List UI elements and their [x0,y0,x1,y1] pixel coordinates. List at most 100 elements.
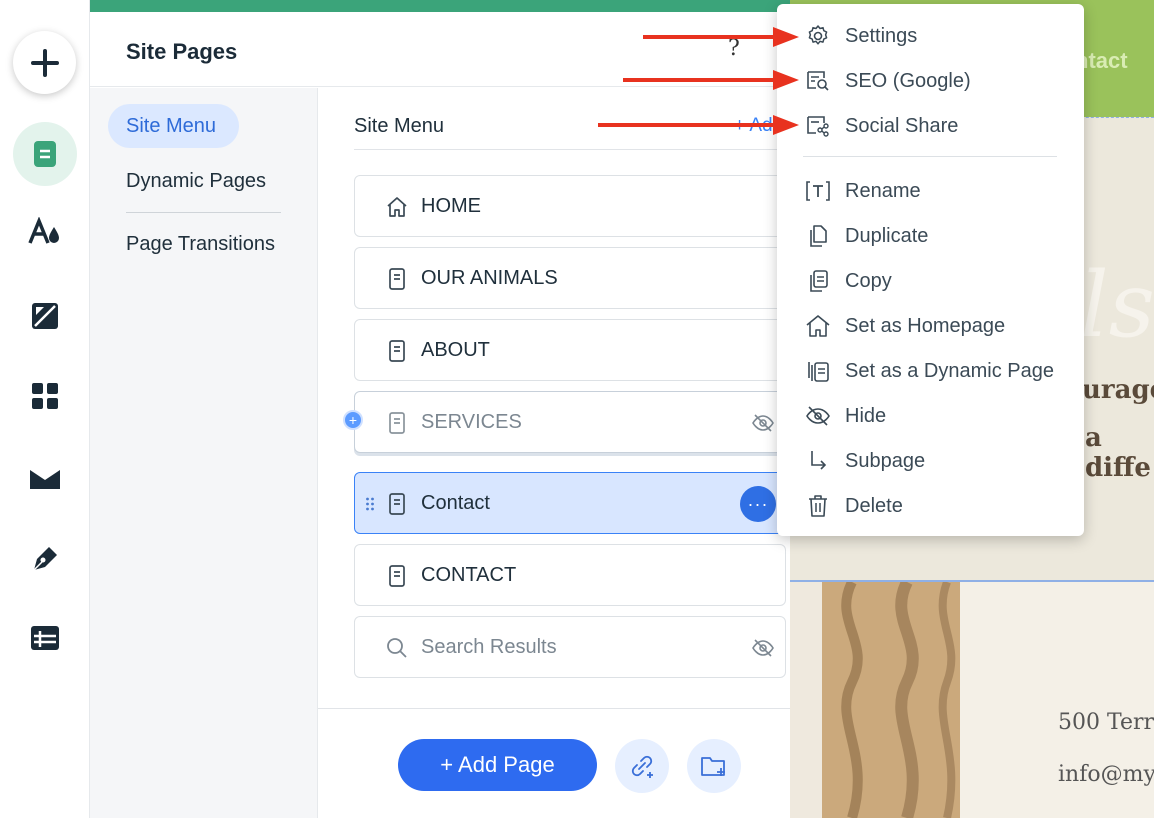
background-button[interactable] [13,284,77,348]
menu-item-settings[interactable]: Settings [777,16,1084,56]
page-row-label: CONTACT [421,564,517,586]
preview-address: 500 Terry [1058,710,1154,735]
design-button[interactable] [13,200,77,264]
nav-item-label: Site Menu [126,115,217,137]
add-page-button[interactable]: + Add Page [398,739,597,791]
left-toolbar [0,0,90,818]
home-icon [387,197,407,217]
page-row-label: ABOUT [421,339,490,361]
menu-item-label: Set as a Dynamic Page [845,360,1054,382]
menu-item-set-homepage[interactable]: Set as Homepage [777,306,1084,346]
menu-item-set-dynamic-page[interactable]: Set as a Dynamic Page [777,351,1084,391]
page-row-label: OUR ANIMALS [421,267,558,289]
envelope-icon [30,470,60,489]
menu-separator [803,156,1057,157]
preview-script-text: ls [1080,253,1154,358]
rename-icon [806,181,830,201]
pages-menu-button[interactable] [13,122,77,186]
menu-item-label: Rename [845,180,921,202]
panel-title: Site Pages [126,39,238,64]
page-icon [389,565,405,587]
blog-button[interactable] [13,526,77,590]
plus-icon [30,48,59,77]
page-row-label: HOME [421,195,481,217]
add-folder-button[interactable] [687,739,741,793]
menu-item-label: Duplicate [845,225,929,247]
menu-item-label: Settings [845,25,918,47]
more-actions-button[interactable]: ··· [740,486,776,522]
menu-item-hide[interactable]: Hide [777,396,1084,436]
page-row-home[interactable]: HOME [354,175,786,237]
subpage-icon [811,451,827,470]
hidden-eye-icon [752,639,774,657]
list-divider [354,149,786,150]
menu-item-label: Delete [845,495,903,517]
folder-add-icon [701,757,725,776]
preview-heading-line1: urage [1082,375,1154,405]
page-context-menu: Settings SEO (Google) Social Share Renam… [777,4,1084,536]
table-icon [31,626,59,650]
insert-page-dot[interactable]: + [343,410,363,430]
page-row-search-results[interactable]: Search Results [354,616,786,678]
page-row-our-animals[interactable]: OUR ANIMALS [354,247,786,309]
design-icon [28,217,59,244]
preview-sand-image [822,579,960,818]
home-icon [806,315,830,337]
nav-item-dynamic-pages[interactable]: Dynamic Pages [126,170,266,193]
panel-footer: + Add Page [318,708,823,818]
pen-icon [33,547,57,571]
drag-handle-icon[interactable] [365,497,375,511]
annotation-arrows [598,27,799,135]
menu-item-label: Hide [845,405,887,427]
menu-item-seo[interactable]: SEO (Google) [777,61,1084,101]
menu-item-delete[interactable]: Delete [777,486,1084,526]
cms-button[interactable] [13,606,77,670]
list-title: Site Menu [354,115,445,137]
nav-divider [126,212,281,213]
nav-item-site-menu[interactable]: Site Menu [108,104,239,148]
media-button[interactable] [13,446,77,510]
arrow-to-social-share-icon [598,115,799,135]
side-nav: Site Menu Dynamic Pages Page Transitions [90,88,318,818]
nav-item-page-transitions[interactable]: Page Transitions [126,233,275,256]
menu-item-label: Copy [845,270,892,292]
top-accent-bar [90,0,790,12]
duplicate-icon [810,225,827,247]
page-icon [389,340,405,362]
menu-item-label: Set as Homepage [845,315,1006,337]
menu-item-social-share[interactable]: Social Share [777,106,1084,146]
menu-item-subpage[interactable]: Subpage [777,441,1084,481]
sand-texture-icon [841,579,956,818]
page-row-label: Contact [421,492,490,514]
page-icon [389,412,405,434]
menu-item-rename[interactable]: Rename [777,171,1084,211]
arrow-to-seo-icon [623,70,799,90]
dynamic-page-icon [808,362,829,382]
add-link-button[interactable] [615,739,669,793]
background-icon [32,303,58,329]
menu-item-duplicate[interactable]: Duplicate [777,216,1084,256]
menu-item-label: SEO (Google) [845,70,971,92]
page-row-services[interactable]: SERVICES [354,391,786,453]
preview-contact-info: 500 Terry info@my [960,582,1154,818]
hidden-eye-icon [752,414,774,432]
page-icon [34,141,56,167]
arrow-to-settings-icon [643,27,799,47]
preview-heading-line2: a diffe [1085,423,1151,483]
add-elements-button[interactable] [13,31,76,94]
apps-icon [32,383,58,409]
page-icon [389,493,405,515]
page-row-about[interactable]: ABOUT [354,319,786,381]
search-icon [387,638,407,658]
trash-icon [809,495,827,517]
menu-item-label: Social Share [845,115,959,137]
page-row-contact-upper[interactable]: CONTACT [354,544,786,606]
page-row-label: Search Results [421,636,557,658]
page-icon [389,268,405,290]
menu-item-copy[interactable]: Copy [777,261,1084,301]
link-add-icon [631,755,653,778]
page-row-contact-selected[interactable]: Contact ··· [354,472,786,534]
apps-button[interactable] [13,364,77,428]
preview-email: info@my [1058,762,1154,787]
menu-item-label: Subpage [845,450,926,472]
